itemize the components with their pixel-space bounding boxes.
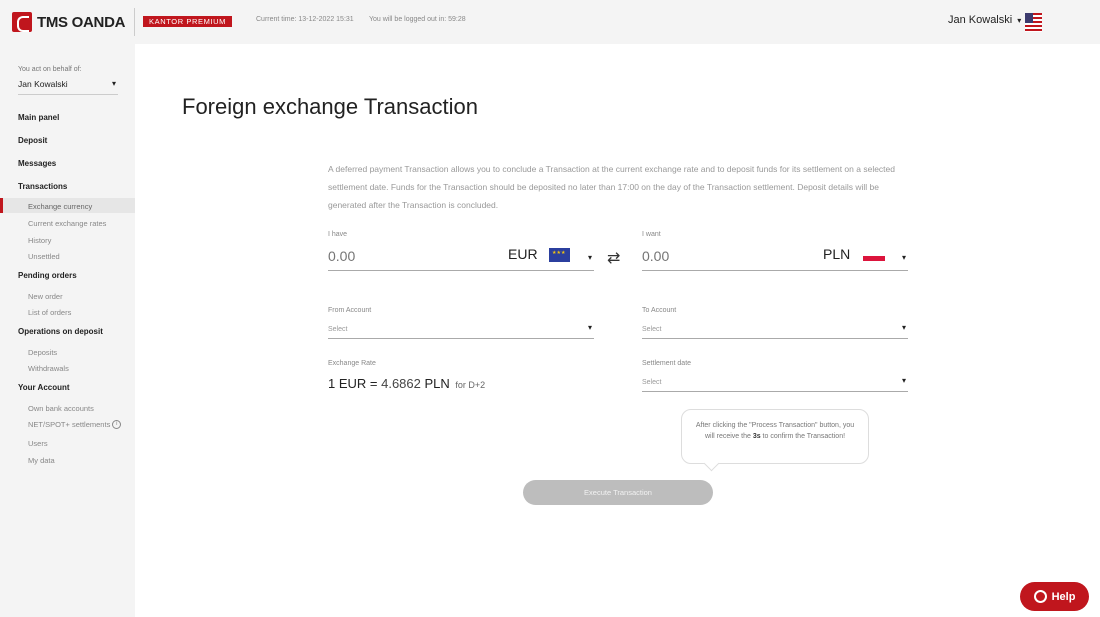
sidebar-item-history[interactable]: History bbox=[28, 236, 51, 245]
from-account-value: Select bbox=[328, 326, 348, 333]
sidebar-item-operations-on-deposit[interactable]: Operations on deposit bbox=[18, 327, 103, 336]
to-account-value: Select bbox=[642, 326, 662, 333]
to-account-select[interactable]: Select ▾ bbox=[642, 322, 908, 339]
chevron-down-icon: ▾ bbox=[587, 323, 592, 332]
sidebar-item-my-data[interactable]: My data bbox=[28, 456, 55, 465]
info-icon[interactable]: i bbox=[112, 420, 122, 429]
sidebar-item-messages[interactable]: Messages bbox=[18, 159, 56, 168]
logout-timer-text: You will be logged out in: 59:28 bbox=[369, 16, 466, 23]
chevron-down-icon: ▾ bbox=[111, 79, 116, 88]
rate-number: 4.6862 bbox=[381, 376, 421, 391]
acting-on-behalf-value: Jan Kowalski bbox=[18, 79, 68, 89]
rate-suffix: for D+2 bbox=[455, 380, 486, 390]
acting-on-behalf-label: You act on behalf of: bbox=[18, 66, 82, 73]
confirm-hint-tooltip: After clicking the "Process Transaction"… bbox=[681, 409, 869, 464]
execute-transaction-button[interactable]: Execute Transaction bbox=[523, 480, 713, 505]
i-have-label: I have bbox=[328, 231, 348, 238]
exchange-rate-label: Exchange Rate bbox=[328, 360, 376, 367]
logo-mark-icon bbox=[12, 12, 32, 32]
sidebar-item-your-account[interactable]: Your Account bbox=[18, 383, 70, 392]
acting-on-behalf-select[interactable]: Jan Kowalski ▾ bbox=[18, 79, 118, 95]
to-account-label: To Account bbox=[642, 307, 677, 314]
i-want-label: I want bbox=[642, 231, 661, 238]
i-want-amount-input[interactable] bbox=[642, 248, 802, 264]
user-name: Jan Kowalski bbox=[948, 14, 1013, 26]
intro-text: A deferred payment Transaction allows yo… bbox=[328, 164, 896, 210]
settlement-date-value: Select bbox=[642, 379, 662, 386]
chevron-down-icon: ▾ bbox=[901, 376, 906, 385]
tms-oanda-logo[interactable]: TMS OANDA bbox=[12, 12, 125, 32]
rate-currency: PLN bbox=[420, 376, 450, 391]
help-button[interactable]: Help bbox=[1020, 582, 1089, 611]
logo-text: TMS OANDA bbox=[37, 13, 126, 31]
page-title: Foreign exchange Transaction bbox=[182, 94, 478, 119]
current-time-text: Current time: 13-12-2022 15:31 bbox=[256, 16, 354, 23]
sidebar: You act on behalf of: Jan Kowalski ▾ Mai… bbox=[0, 44, 135, 617]
exchange-rate-value: 1 EUR = 4.6862 PLN for D+2 bbox=[328, 376, 485, 391]
swap-currencies-icon[interactable]: ⇄ bbox=[607, 251, 620, 267]
rate-prefix: 1 EUR = bbox=[328, 376, 382, 391]
settlement-date-label: Settlement date bbox=[642, 360, 692, 367]
sidebar-item-new-order[interactable]: New order bbox=[28, 292, 63, 301]
net-spot-label: NET/SPOT+ settlements bbox=[28, 420, 111, 429]
help-label: Help bbox=[1051, 590, 1076, 603]
sidebar-item-users[interactable]: Users bbox=[28, 439, 48, 448]
chevron-down-icon: ▾ bbox=[1017, 15, 1022, 25]
chat-bubble-icon bbox=[1033, 590, 1047, 603]
sidebar-item-list-of-orders[interactable]: List of orders bbox=[28, 308, 71, 317]
i-want-field: PLN ▾ bbox=[642, 243, 908, 271]
sidebar-item-withdrawals[interactable]: Withdrawals bbox=[28, 364, 69, 373]
header-divider bbox=[134, 8, 135, 36]
from-account-label: From Account bbox=[328, 307, 372, 314]
us-flag-icon[interactable] bbox=[1025, 13, 1042, 32]
chevron-down-icon: ▾ bbox=[901, 323, 906, 332]
i-have-amount-input[interactable] bbox=[328, 248, 488, 264]
sidebar-item-deposit[interactable]: Deposit bbox=[18, 136, 47, 145]
i-want-currency[interactable]: PLN bbox=[823, 246, 850, 262]
sidebar-item-pending-orders[interactable]: Pending orders bbox=[18, 271, 77, 280]
from-account-select[interactable]: Select ▾ bbox=[328, 322, 594, 339]
tooltip-text-2: to confirm the Transaction! bbox=[760, 433, 846, 440]
i-have-field: EUR ▾ bbox=[328, 243, 594, 271]
sidebar-item-unsettled[interactable]: Unsettled bbox=[28, 252, 60, 261]
sidebar-item-net-spot-settlements[interactable]: NET/SPOT+ settlements i bbox=[28, 420, 122, 429]
sidebar-item-transactions[interactable]: Transactions bbox=[18, 182, 67, 191]
sidebar-item-exchange-currency[interactable]: Exchange currency bbox=[28, 202, 92, 211]
i-have-currency[interactable]: EUR bbox=[508, 246, 538, 262]
kantor-premium-badge: KANTOR PREMIUM bbox=[143, 16, 233, 27]
sidebar-item-main-panel[interactable]: Main panel bbox=[18, 113, 59, 122]
eu-flag-icon bbox=[549, 248, 570, 262]
chevron-down-icon[interactable]: ▾ bbox=[588, 253, 592, 262]
top-header: TMS OANDA KANTOR PREMIUM Current time: 1… bbox=[0, 0, 1100, 44]
sidebar-item-current-exchange-rates[interactable]: Current exchange rates bbox=[28, 219, 106, 228]
sidebar-item-deposits[interactable]: Deposits bbox=[28, 348, 57, 357]
sidebar-item-own-bank-accounts[interactable]: Own bank accounts bbox=[28, 404, 94, 413]
settlement-date-select[interactable]: Select ▾ bbox=[642, 375, 908, 392]
pl-flag-icon bbox=[863, 251, 885, 261]
user-menu[interactable]: Jan Kowalski ▾ bbox=[948, 14, 1021, 26]
tooltip-bold: 3s bbox=[752, 433, 761, 440]
chevron-down-icon[interactable]: ▾ bbox=[902, 253, 906, 262]
